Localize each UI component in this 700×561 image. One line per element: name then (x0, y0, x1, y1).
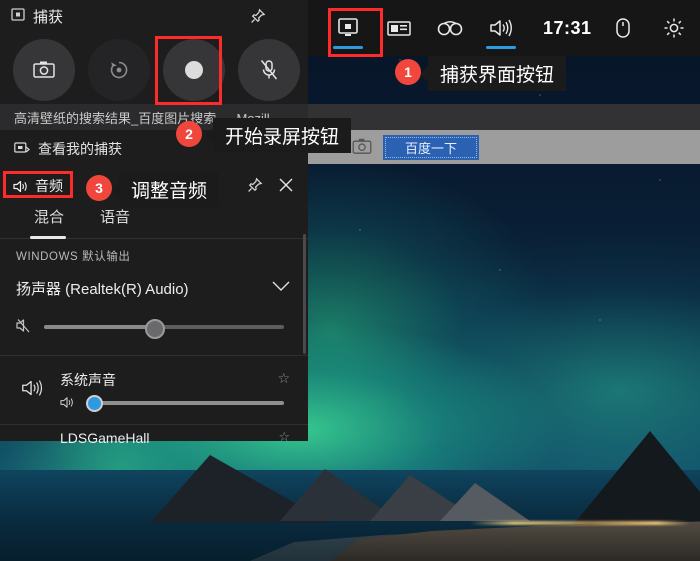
history-icon (110, 61, 128, 79)
highlight-box-record-button (155, 36, 222, 105)
audio-active-underline (486, 46, 517, 49)
pin-icon[interactable] (247, 177, 263, 193)
annotation-callout-2: 开始录屏按钮 (213, 118, 352, 153)
mic-muted-icon (260, 60, 278, 80)
gallery-icon (14, 142, 30, 153)
clock: 17:31 (543, 17, 592, 38)
app-volume-knob[interactable] (86, 395, 103, 412)
mouse-icon-button[interactable] (598, 0, 649, 56)
pin-icon[interactable] (250, 8, 266, 24)
camera-icon (33, 61, 55, 78)
app-name-partial: LDSGameHall (60, 430, 150, 446)
annotation-callout-3: 调整音频 (119, 172, 220, 207)
app-volume-track[interactable] (88, 401, 284, 405)
baidu-search-button[interactable]: 百度一下 (383, 135, 479, 160)
camera-icon (352, 138, 372, 154)
highlight-box-audio-tag (3, 171, 73, 198)
master-volume-knob[interactable] (145, 319, 165, 339)
settings-icon-button[interactable] (649, 0, 700, 56)
capture-buttons-row (0, 34, 308, 106)
tab-active-underline (30, 236, 66, 239)
record-last-30s-button[interactable] (88, 39, 150, 101)
audio-icon-button[interactable] (476, 0, 527, 56)
speaker-muted-icon[interactable] (16, 318, 33, 333)
star-outline-icon[interactable]: ☆ (278, 429, 290, 445)
speaker-icon (490, 19, 513, 37)
chevron-down-icon[interactable] (272, 281, 290, 292)
mouse-icon (616, 18, 630, 38)
mountain-snow (440, 483, 530, 521)
gear-icon (664, 18, 684, 38)
binoculars-icon (437, 20, 463, 36)
speaker-icon (22, 380, 43, 396)
audio-tabs: 混合 语音 (0, 204, 308, 239)
tab-mix[interactable]: 混合 (34, 206, 64, 233)
output-device-name[interactable]: 扬声器 (Realtek(R) Audio) (16, 278, 189, 299)
speaker-small-icon[interactable] (60, 396, 75, 409)
star-outline-icon[interactable]: ☆ (277, 370, 290, 387)
microphone-toggle-button[interactable] (238, 39, 300, 101)
village-lights (470, 521, 690, 525)
annotation-badge-1: 1 (395, 59, 421, 85)
news-icon (387, 21, 411, 36)
audio-scrollbar[interactable] (303, 234, 306, 354)
monitor-icon (11, 8, 25, 21)
view-my-captures-label: 查看我的捕获 (38, 141, 122, 157)
highlight-box-capture-tab (328, 8, 383, 57)
screenshot-button[interactable] (13, 39, 75, 101)
app-volume-row-system[interactable]: 系统声音 ☆ (0, 358, 308, 426)
master-volume-fill (44, 325, 152, 329)
capture-header: 捕获 (0, 0, 308, 32)
divider (0, 424, 308, 425)
annotation-badge-3: 3 (86, 175, 112, 201)
annotation-callout-1: 捕获界面按钮 (428, 56, 567, 91)
divider (0, 355, 308, 356)
audio-widget[interactable]: 音频 混合 语音 WINDOWS 默认输出 扬声器 (Realtek(R) Au… (0, 168, 308, 446)
lfg-icon-button[interactable] (425, 0, 476, 56)
capture-title: 捕获 (33, 9, 64, 26)
default-output-label: WINDOWS 默认输出 (16, 251, 131, 263)
app-name: 系统声音 (60, 372, 116, 388)
close-icon[interactable] (278, 177, 294, 193)
tab-voice[interactable]: 语音 (100, 206, 130, 233)
master-volume-row[interactable] (0, 310, 308, 344)
annotation-badge-2: 2 (176, 121, 202, 147)
